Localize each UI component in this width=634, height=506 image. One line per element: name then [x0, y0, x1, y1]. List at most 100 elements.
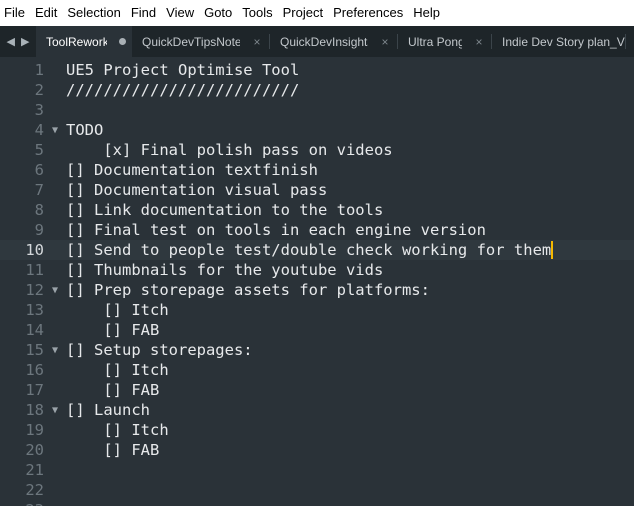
line-text: UE5 Project Optimise Tool [66, 61, 300, 79]
line-number: 6 [34, 161, 44, 179]
tab-toolrework[interactable]: ToolRework [36, 26, 132, 57]
code-line[interactable]: 5 [x] Final polish pass on videos [0, 140, 634, 160]
line-number: 22 [25, 481, 44, 499]
line-number: 20 [25, 441, 44, 459]
line-number: 7 [34, 181, 44, 199]
code-line[interactable]: 22 [0, 480, 634, 500]
line-number: 3 [34, 101, 44, 119]
line-number: 1 [34, 61, 44, 79]
line-text: [] Prep storepage assets for platforms: [66, 281, 430, 299]
line-number: 14 [25, 321, 44, 339]
menu-item-view[interactable]: View [162, 0, 200, 26]
tab-label: Indie Dev Story plan_V2 [502, 34, 626, 49]
tab-ultra-pong[interactable]: Ultra Pong × [398, 26, 492, 57]
line-number: 23 [0, 501, 44, 506]
code-line[interactable]: 13 [] Itch [0, 300, 634, 320]
code-line[interactable]: 1 UE5 Project Optimise Tool [0, 60, 634, 80]
line-number: 4 [34, 121, 44, 139]
text-caret [551, 241, 554, 259]
line-text: [] FAB [66, 381, 160, 399]
menu-item-edit[interactable]: Edit [31, 0, 63, 26]
editor[interactable]: 1 UE5 Project Optimise Tool 2 /////////////… [0, 57, 634, 506]
tab-close-icon[interactable]: × [378, 35, 392, 49]
line-number: 18 [25, 401, 44, 419]
tab-quickdevtipsnotes[interactable]: QuickDevTipsNotes × [132, 26, 270, 57]
line-number: 16 [25, 361, 44, 379]
menu-bar: File Edit Selection Find View Goto Tools Projec… [0, 0, 634, 26]
fold-arrow-icon[interactable]: ▼ [44, 285, 66, 296]
line-number: 15 [25, 341, 44, 359]
code-line[interactable]: 12 ▼[] Prep storepage assets for platform… [0, 280, 634, 300]
line-text: [] Launch [66, 401, 150, 419]
modified-dot-icon[interactable] [119, 38, 126, 45]
code-line[interactable]: 11 [] Thumbnails for the youtube vids [0, 260, 634, 280]
code-line[interactable]: 4 ▼ TODO [0, 120, 634, 140]
line-text: [] FAB [66, 321, 160, 339]
code-line[interactable]: 16 [] Itch [0, 360, 634, 380]
line-number: 2 [34, 81, 44, 99]
line-number: 5 [34, 141, 44, 159]
line-number: 13 [25, 301, 44, 319]
tab-next-icon[interactable]: ▶ [21, 35, 29, 48]
line-text: [] FAB [66, 441, 160, 459]
tab-label: QuickDevTipsNotes [142, 34, 240, 49]
fold-arrow-icon[interactable]: ▼ [44, 405, 66, 416]
line-number: 8 [34, 201, 44, 219]
menu-item-goto[interactable]: Goto [200, 0, 238, 26]
tab-close-icon[interactable]: × [472, 35, 486, 49]
code-line[interactable]: 20 [] FAB [0, 440, 634, 460]
line-number: 9 [34, 221, 44, 239]
tab-close-icon[interactable]: × [250, 35, 264, 49]
line-number: 12 [25, 281, 44, 299]
fold-arrow-icon[interactable]: ▼ [44, 125, 66, 136]
menu-item-selection[interactable]: Selection [63, 0, 126, 26]
line-number: 10 [25, 241, 44, 259]
line-text: [] Link documentation to the tools [66, 201, 384, 219]
line-number: 17 [25, 381, 44, 399]
menu-item-preferences[interactable]: Preferences [329, 0, 409, 26]
line-number: 19 [25, 421, 44, 439]
tab-label: Ultra Pong [408, 34, 462, 49]
code-line[interactable]: 7 [] Documentation visual pass [0, 180, 634, 200]
line-number: 11 [25, 261, 44, 279]
line-text: [] Itch [66, 361, 169, 379]
tab-prev-icon[interactable]: ◀ [7, 35, 15, 48]
code-line[interactable]: 15 ▼[] Setup storepages: [0, 340, 634, 360]
line-text: [] Thumbnails for the youtube vids [66, 261, 384, 279]
line-text: [] Itch [66, 301, 169, 319]
tab-indie-dev-story-plan-v2[interactable]: Indie Dev Story plan_V2 [492, 26, 626, 57]
menu-item-find[interactable]: Find [127, 0, 162, 26]
line-text: [] Setup storepages: [66, 341, 253, 359]
tab-label: QuickDevInsights [280, 34, 368, 49]
menu-item-help[interactable]: Help [409, 0, 446, 26]
line-text: [] Final test on tools in each engine ve… [66, 221, 486, 239]
code-line[interactable]: 8 [] Link documentation to the tools [0, 200, 634, 220]
line-text: ///////////////////////// [66, 81, 300, 99]
code-line[interactable]: 9 [] Final test on tools in each engine v… [0, 220, 634, 240]
menu-item-project[interactable]: Project [279, 0, 329, 26]
menu-item-tools[interactable]: Tools [238, 0, 278, 26]
code-line[interactable]: 6 [] Documentation textfinish [0, 160, 634, 180]
code-line[interactable]: 19 [] Itch [0, 420, 634, 440]
line-text: [] Itch [66, 421, 169, 439]
code-line[interactable]: 10 [] Send to people test/double check wo… [0, 240, 634, 260]
line-text: [] Documentation textfinish [66, 161, 318, 179]
tab-bar: ◀ ▶ ToolRework QuickDevTipsNotes × QuickDev… [0, 26, 634, 57]
line-number: 21 [25, 461, 44, 479]
code-line[interactable]: 21 [0, 460, 634, 480]
code-line[interactable]: 2 ///////////////////////// [0, 80, 634, 100]
line-text: [] Send to people test/double check work… [66, 241, 552, 259]
tab-navigation: ◀ ▶ [0, 26, 36, 57]
line-text: [x] Final polish pass on videos [66, 141, 393, 159]
tab-quickdevinsights[interactable]: QuickDevInsights × [270, 26, 398, 57]
code-line[interactable]: 14 [] FAB [0, 320, 634, 340]
code-line[interactable]: 17 [] FAB [0, 380, 634, 400]
tab-label: ToolRework [46, 34, 107, 49]
menu-item-file[interactable]: File [0, 0, 31, 26]
code-line[interactable]: 23 [0, 500, 634, 506]
line-text: TODO [66, 121, 104, 139]
line-text: [] Documentation visual pass [66, 181, 328, 199]
code-line[interactable]: 3 [0, 100, 634, 120]
code-line[interactable]: 18 ▼[] Launch [0, 400, 634, 420]
fold-arrow-icon[interactable]: ▼ [44, 345, 66, 356]
